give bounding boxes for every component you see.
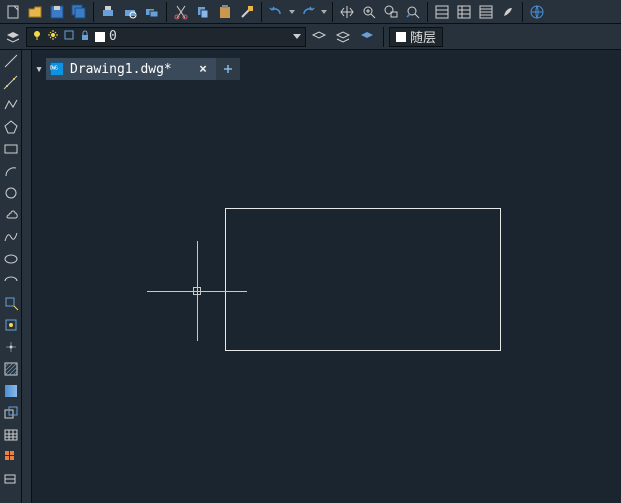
new-file-button[interactable] — [2, 2, 24, 22]
undo-button[interactable] — [265, 2, 287, 22]
help-web-button[interactable] — [526, 2, 548, 22]
polygon-tool[interactable] — [2, 118, 20, 136]
add-selected-tool[interactable] — [2, 470, 20, 488]
ellipse-tool[interactable] — [2, 250, 20, 268]
layer-previous-button[interactable] — [308, 27, 330, 47]
arc-tool[interactable] — [2, 162, 20, 180]
standard-toolbar — [0, 0, 621, 24]
print-button[interactable] — [97, 2, 119, 22]
separator — [427, 2, 428, 22]
open-file-button[interactable] — [24, 2, 46, 22]
cut-button[interactable] — [170, 2, 192, 22]
gradient-tool[interactable] — [2, 382, 20, 400]
print-preview-button[interactable] — [119, 2, 141, 22]
ellipse-arc-tool[interactable] — [2, 272, 20, 290]
copy-button[interactable] — [192, 2, 214, 22]
close-tab-button[interactable]: × — [196, 62, 210, 76]
sun-icon — [47, 29, 59, 45]
draw-toolbar — [0, 50, 22, 503]
zoom-realtime-button[interactable] — [358, 2, 380, 22]
document-tabbar: ▾ Drawing1.dwg* × — [32, 58, 240, 80]
lock-icon — [79, 29, 91, 45]
save-all-button[interactable] — [68, 2, 90, 22]
separator — [261, 2, 262, 22]
spline-tool[interactable] — [2, 228, 20, 246]
undo-dropdown[interactable] — [287, 2, 297, 22]
tab-list-dropdown[interactable]: ▾ — [32, 58, 46, 80]
hatch-tool[interactable] — [2, 360, 20, 378]
table-tool[interactable] — [2, 426, 20, 444]
color-swatch — [396, 32, 406, 42]
separator — [93, 2, 94, 22]
separator — [332, 2, 333, 22]
layer-isolate-button[interactable] — [356, 27, 378, 47]
linetype-dropdown[interactable]: 随层 — [389, 27, 443, 47]
design-center-button[interactable] — [497, 2, 519, 22]
mtext-tool[interactable] — [2, 448, 20, 466]
linetype-label: 随层 — [410, 27, 436, 46]
paste-button[interactable] — [214, 2, 236, 22]
bulb-icon — [31, 29, 43, 45]
layer-dropdown[interactable]: 0 — [26, 27, 306, 47]
rectangle-entity[interactable] — [225, 208, 501, 351]
rectangle-tool[interactable] — [2, 140, 20, 158]
publish-button[interactable] — [141, 2, 163, 22]
revision-cloud-tool[interactable] — [2, 206, 20, 224]
drawing-canvas[interactable] — [32, 80, 621, 503]
sheet-set-button[interactable] — [453, 2, 475, 22]
layer-name: 0 — [109, 29, 117, 44]
dwg-icon — [50, 62, 64, 76]
polyline-tool[interactable] — [2, 96, 20, 114]
properties-button[interactable] — [431, 2, 453, 22]
layer-toolbar: 0 随层 — [0, 24, 621, 50]
frame-icon — [63, 29, 75, 45]
circle-tool[interactable] — [2, 184, 20, 202]
line-tool[interactable] — [2, 52, 20, 70]
rail-edge — [22, 50, 32, 503]
separator — [522, 2, 523, 22]
region-tool[interactable] — [2, 404, 20, 422]
separator — [166, 2, 167, 22]
insert-block-tool[interactable] — [2, 294, 20, 312]
point-tool[interactable] — [2, 338, 20, 356]
construction-line-tool[interactable] — [2, 74, 20, 92]
tool-palettes-button[interactable] — [475, 2, 497, 22]
layer-properties-button[interactable] — [2, 27, 24, 47]
layer-states-button[interactable] — [332, 27, 354, 47]
pan-button[interactable] — [336, 2, 358, 22]
match-properties-button[interactable] — [236, 2, 258, 22]
new-tab-button[interactable] — [216, 58, 240, 80]
zoom-previous-button[interactable] — [402, 2, 424, 22]
make-block-tool[interactable] — [2, 316, 20, 334]
document-tab-active[interactable]: Drawing1.dwg* × — [46, 58, 216, 80]
save-button[interactable] — [46, 2, 68, 22]
chevron-down-icon — [293, 34, 301, 39]
zoom-window-button[interactable] — [380, 2, 402, 22]
redo-dropdown[interactable] — [319, 2, 329, 22]
separator — [383, 27, 384, 47]
color-swatch — [95, 32, 105, 42]
redo-button[interactable] — [297, 2, 319, 22]
tab-title: Drawing1.dwg* — [70, 62, 172, 77]
